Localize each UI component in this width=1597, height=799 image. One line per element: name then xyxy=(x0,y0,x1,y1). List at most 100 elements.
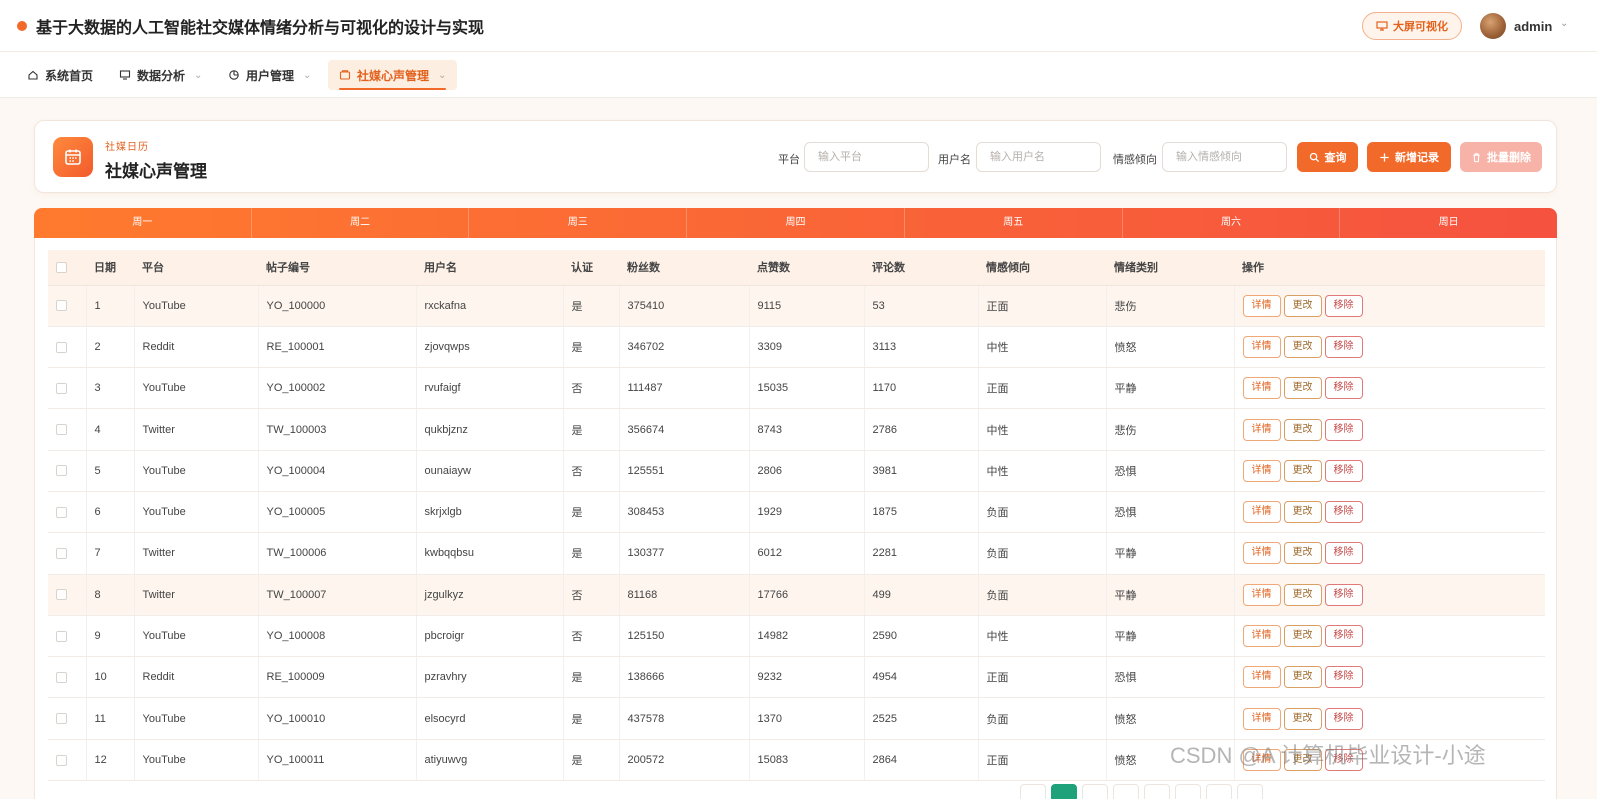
edit-button[interactable]: 更改 xyxy=(1283,501,1322,524)
row-select-cell[interactable] xyxy=(48,615,87,658)
username-input[interactable] xyxy=(976,142,1101,172)
edit-button[interactable]: 更改 xyxy=(1283,335,1322,358)
select-all-cell[interactable] xyxy=(48,250,86,286)
row-checkbox[interactable] xyxy=(56,424,67,436)
detail-button[interactable]: 详情 xyxy=(1242,542,1281,565)
weekday-mon[interactable]: 周一 xyxy=(34,208,252,238)
table-row[interactable]: 11 YouTube YO_100010 elsocyrd 是 437578 1370 252… xyxy=(48,697,1545,740)
weekday-thu[interactable]: 周四 xyxy=(687,208,905,238)
remove-button[interactable]: 移除 xyxy=(1324,707,1363,730)
weekday-fri[interactable]: 周五 xyxy=(905,208,1123,238)
table-row[interactable]: 4 Twitter TW_100003 qukbjznz 是 356674 8743 2786… xyxy=(48,408,1545,451)
detail-button[interactable]: 详情 xyxy=(1242,377,1281,400)
table-row[interactable]: 5 YouTube YO_100004 ounaiayw 否 125551 2806 3981… xyxy=(48,450,1545,492)
row-checkbox[interactable] xyxy=(56,465,67,477)
page-prev-button[interactable] xyxy=(1020,784,1046,799)
row-select-cell[interactable] xyxy=(48,739,87,782)
remove-button[interactable]: 移除 xyxy=(1324,377,1363,400)
query-button[interactable]: 查询 xyxy=(1297,142,1358,172)
page-button[interactable] xyxy=(1206,784,1232,799)
weekday-sat[interactable]: 周六 xyxy=(1123,208,1341,238)
table-row[interactable]: 3 YouTube YO_100002 rvufaigf 否 111487 15035 117… xyxy=(48,367,1545,410)
detail-button[interactable]: 详情 xyxy=(1242,583,1281,606)
row-select-cell[interactable] xyxy=(48,285,87,327)
page-button[interactable] xyxy=(1082,784,1108,799)
remove-button[interactable]: 移除 xyxy=(1324,418,1363,441)
detail-button[interactable]: 详情 xyxy=(1242,707,1281,730)
detail-button[interactable]: 详情 xyxy=(1242,418,1281,441)
detail-button[interactable]: 详情 xyxy=(1242,459,1281,482)
row-select-cell[interactable] xyxy=(48,532,87,575)
edit-button[interactable]: 更改 xyxy=(1283,377,1322,400)
remove-button[interactable]: 移除 xyxy=(1324,583,1363,606)
row-checkbox[interactable] xyxy=(56,630,67,642)
row-checkbox[interactable] xyxy=(56,754,67,766)
row-checkbox[interactable] xyxy=(56,341,67,353)
table-row[interactable]: 8 Twitter TW_100007 jzgulkyz 否 81168 17766 499 负… xyxy=(48,574,1545,616)
page-next-button[interactable] xyxy=(1237,784,1263,799)
row-checkbox[interactable] xyxy=(56,506,67,518)
page-button[interactable] xyxy=(1113,784,1139,799)
edit-button[interactable]: 更改 xyxy=(1283,625,1322,648)
platform-input[interactable] xyxy=(804,142,929,172)
add-record-button[interactable]: 新增记录 xyxy=(1367,142,1451,172)
remove-button[interactable]: 移除 xyxy=(1324,335,1363,358)
edit-button[interactable]: 更改 xyxy=(1283,294,1322,317)
edit-button[interactable]: 更改 xyxy=(1283,666,1322,689)
row-select-cell[interactable] xyxy=(48,367,87,410)
edit-button[interactable]: 更改 xyxy=(1283,542,1322,565)
edit-button[interactable]: 更改 xyxy=(1283,418,1322,441)
table-row[interactable]: 6 YouTube YO_100005 skrjxlgb 是 308453 1929 1875… xyxy=(48,491,1545,534)
page-button[interactable] xyxy=(1144,784,1170,799)
nav-item-home[interactable]: 系统首页 xyxy=(16,60,104,90)
row-select-cell[interactable] xyxy=(48,408,87,451)
nav-item-user-management[interactable]: 用户管理 ⌄ xyxy=(217,60,322,90)
weekday-wed[interactable]: 周三 xyxy=(469,208,688,238)
weekday-tue[interactable]: 周二 xyxy=(252,208,470,238)
weekday-sun[interactable]: 周日 xyxy=(1340,208,1557,238)
table-row[interactable]: 7 Twitter TW_100006 kwbqqbsu 是 130377 6012 2281… xyxy=(48,532,1545,575)
remove-button[interactable]: 移除 xyxy=(1324,294,1363,317)
edit-button[interactable]: 更改 xyxy=(1283,459,1322,482)
row-checkbox[interactable] xyxy=(56,713,67,725)
batch-delete-button[interactable]: 批量删除 xyxy=(1460,142,1542,172)
edit-button[interactable]: 更改 xyxy=(1283,583,1322,606)
remove-button[interactable]: 移除 xyxy=(1324,542,1363,565)
detail-button[interactable]: 详情 xyxy=(1242,501,1281,524)
detail-button[interactable]: 详情 xyxy=(1242,666,1281,689)
table-row[interactable]: 9 YouTube YO_100008 pbcroigr 否 125150 14982 259… xyxy=(48,615,1545,658)
remove-button[interactable]: 移除 xyxy=(1324,459,1363,482)
row-select-cell[interactable] xyxy=(48,656,87,699)
remove-button[interactable]: 移除 xyxy=(1324,501,1363,524)
nav-item-data-analysis[interactable]: 数据分析 ⌄ xyxy=(108,60,213,90)
row-checkbox[interactable] xyxy=(56,548,67,560)
edit-button[interactable]: 更改 xyxy=(1283,707,1322,730)
detail-button[interactable]: 详情 xyxy=(1242,335,1281,358)
remove-button[interactable]: 移除 xyxy=(1324,625,1363,648)
sentiment-input[interactable] xyxy=(1162,142,1287,172)
user-name[interactable]: admin xyxy=(1514,19,1552,34)
avatar[interactable] xyxy=(1480,13,1506,39)
select-all-checkbox[interactable] xyxy=(56,261,67,273)
nav-item-social-voice[interactable]: 社媒心声管理 ⌄ xyxy=(328,60,458,90)
detail-button[interactable]: 详情 xyxy=(1242,294,1281,317)
table-row[interactable]: 2 Reddit RE_100001 zjovqwps 是 346702 3309 3113 中… xyxy=(48,326,1545,369)
table-row[interactable]: 1 YouTube YO_100000 rxckafna 是 375410 9115 53 正面… xyxy=(48,285,1545,327)
row-checkbox[interactable] xyxy=(56,589,67,601)
page-button-active[interactable] xyxy=(1051,784,1077,799)
table-row[interactable]: 10 Reddit RE_100009 pzravhry 是 138666 9232 4954… xyxy=(48,656,1545,699)
cell-verified: 是 xyxy=(563,739,620,782)
detail-button[interactable]: 详情 xyxy=(1242,625,1281,648)
chevron-down-icon[interactable]: ⌄ xyxy=(1560,18,1568,29)
row-select-cell[interactable] xyxy=(48,574,87,616)
page-button[interactable] xyxy=(1175,784,1201,799)
remove-button[interactable]: 移除 xyxy=(1324,666,1363,689)
row-select-cell[interactable] xyxy=(48,697,87,740)
row-checkbox[interactable] xyxy=(56,671,67,683)
bigscreen-button[interactable]: 大屏可视化 xyxy=(1362,12,1462,40)
row-select-cell[interactable] xyxy=(48,450,87,492)
row-checkbox[interactable] xyxy=(56,382,67,394)
row-checkbox[interactable] xyxy=(56,300,67,312)
row-select-cell[interactable] xyxy=(48,326,87,369)
row-select-cell[interactable] xyxy=(48,491,87,534)
